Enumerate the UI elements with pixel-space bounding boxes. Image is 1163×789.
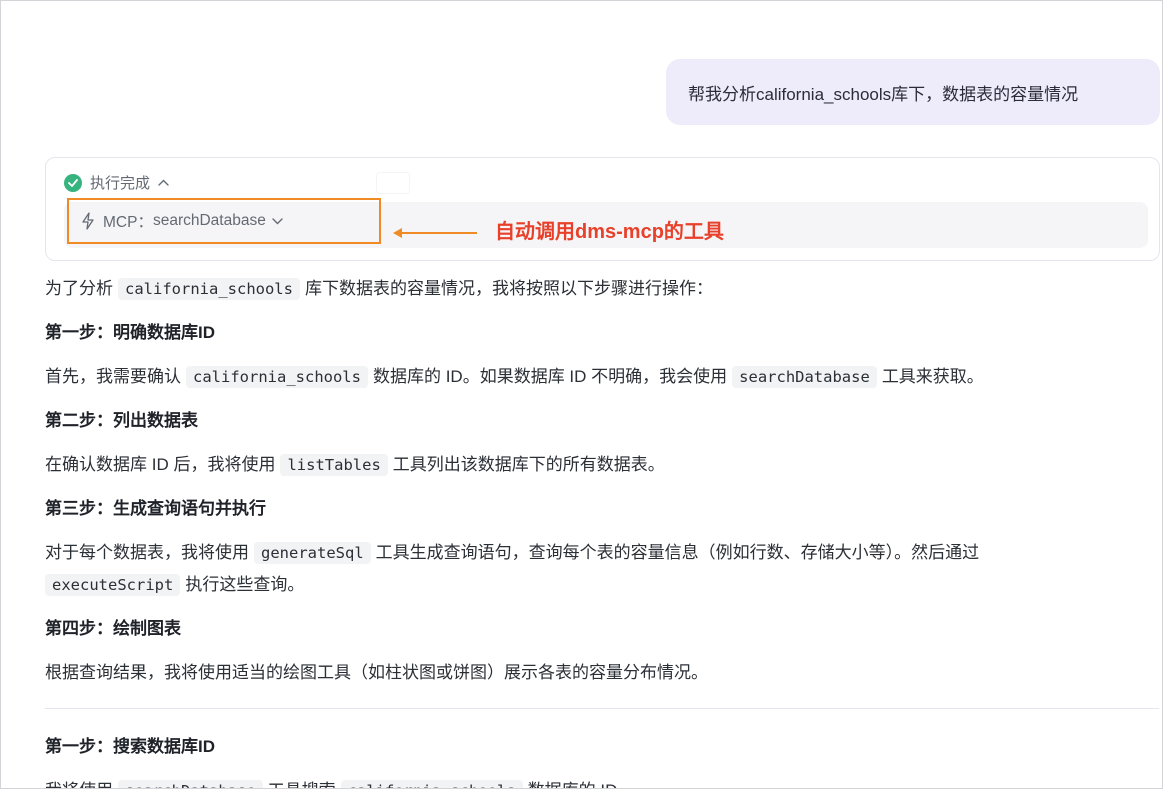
- section2-paragraph: 我将使用 searchDatabase 工具搜索 california_schools…: [45, 775, 1145, 788]
- tool-call-chip[interactable]: MCP： searchDatabase: [67, 198, 381, 244]
- user-message-text: 帮我分析california_schools库下，数据表的容量情况: [688, 84, 1079, 104]
- intro-paragraph: 为了分析 california_schools 库下数据表的容量情况，我将按照以下步…: [45, 273, 1145, 305]
- section2-text-c: 数据库的 ID。: [528, 781, 635, 788]
- chevron-down-icon[interactable]: [272, 217, 283, 225]
- step2-text-b: 工具列出该数据库下的所有数据表。: [392, 455, 665, 474]
- inline-code: searchDatabase: [118, 780, 263, 788]
- step1-text-b: 数据库的 ID。如果数据库 ID 不明确，我会使用: [372, 367, 728, 386]
- step4-paragraph: 根据查询结果，我将使用适当的绘图工具（如柱状图或饼图）展示各表的容量分布情况。: [45, 663, 708, 682]
- section2-text-a: 我将使用: [45, 781, 113, 788]
- inline-code: california_schools: [340, 780, 523, 788]
- execution-status-label: 执行完成: [90, 175, 151, 192]
- inline-code: generateSql: [254, 542, 371, 564]
- annotation-arrow-icon: [393, 228, 477, 238]
- intro-text-a: 为了分析: [45, 279, 113, 298]
- intro-text-b: 库下数据表的容量情况，我将按照以下步骤进行操作：: [304, 279, 713, 298]
- step3-text-a: 对于每个数据表，我将使用: [45, 543, 249, 562]
- step2-text-a: 在确认数据库 ID 后，我将使用: [45, 455, 276, 474]
- tool-prefix: MCP：: [103, 214, 153, 231]
- step2-paragraph: 在确认数据库 ID 后，我将使用 listTables 工具列出该数据库下的所有数据…: [45, 449, 1145, 481]
- lightning-icon: [81, 212, 95, 230]
- user-message-bubble: 帮我分析california_schools库下，数据表的容量情况: [666, 59, 1160, 125]
- inline-code: listTables: [280, 454, 388, 476]
- step1-heading: 第一步：明确数据库ID: [45, 323, 215, 342]
- chevron-up-icon[interactable]: [158, 179, 169, 186]
- tool-name: searchDatabase: [152, 212, 266, 229]
- step1-paragraph: 首先，我需要确认 california_schools 数据库的 ID。如果数据库 …: [45, 361, 1145, 393]
- inline-code: executeScript: [45, 574, 181, 596]
- step3-paragraph: 对于每个数据表，我将使用 generateSql 工具生成查询语句，查询每个表的容量…: [45, 537, 1145, 601]
- step3-text-c: 执行这些查询。: [185, 575, 305, 594]
- step1-text-a: 首先，我需要确认: [45, 367, 181, 386]
- execution-status-toggle[interactable]: 执行完成: [64, 172, 169, 193]
- assistant-response: 为了分析 california_schools 库下数据表的容量情况，我将按照以下步…: [45, 273, 1145, 689]
- step1-text-c: 工具来获取。: [881, 367, 984, 386]
- section2-heading: 第一步：搜索数据库ID: [45, 737, 215, 756]
- step2-heading: 第二步：列出数据表: [45, 411, 198, 430]
- section2-text-b: 工具搜索: [268, 781, 336, 788]
- folder-icon: [376, 172, 410, 194]
- inline-code: california_schools: [186, 366, 368, 388]
- step4-heading: 第四步：绘制图表: [45, 619, 181, 638]
- assistant-response-continued: 第一步：搜索数据库ID 我将使用 searchDatabase 工具搜索 califo…: [45, 731, 1145, 788]
- chat-page: 帮我分析california_schools库下，数据表的容量情况 执行完成 M…: [0, 0, 1163, 789]
- step3-text-b: 工具生成查询语句，查询每个表的容量信息（例如行数、存储大小等）。然后通过: [375, 543, 980, 562]
- inline-code: searchDatabase: [732, 366, 877, 388]
- annotation-label: 自动调用dms-mcp的工具: [495, 221, 724, 243]
- inline-code: california_schools: [118, 278, 300, 300]
- execution-card: 执行完成 MCP： searchDatabase: [45, 157, 1160, 261]
- check-circle-icon: [64, 173, 82, 192]
- step3-heading: 第三步：生成查询语句并执行: [45, 499, 266, 518]
- section-divider: [45, 708, 1159, 709]
